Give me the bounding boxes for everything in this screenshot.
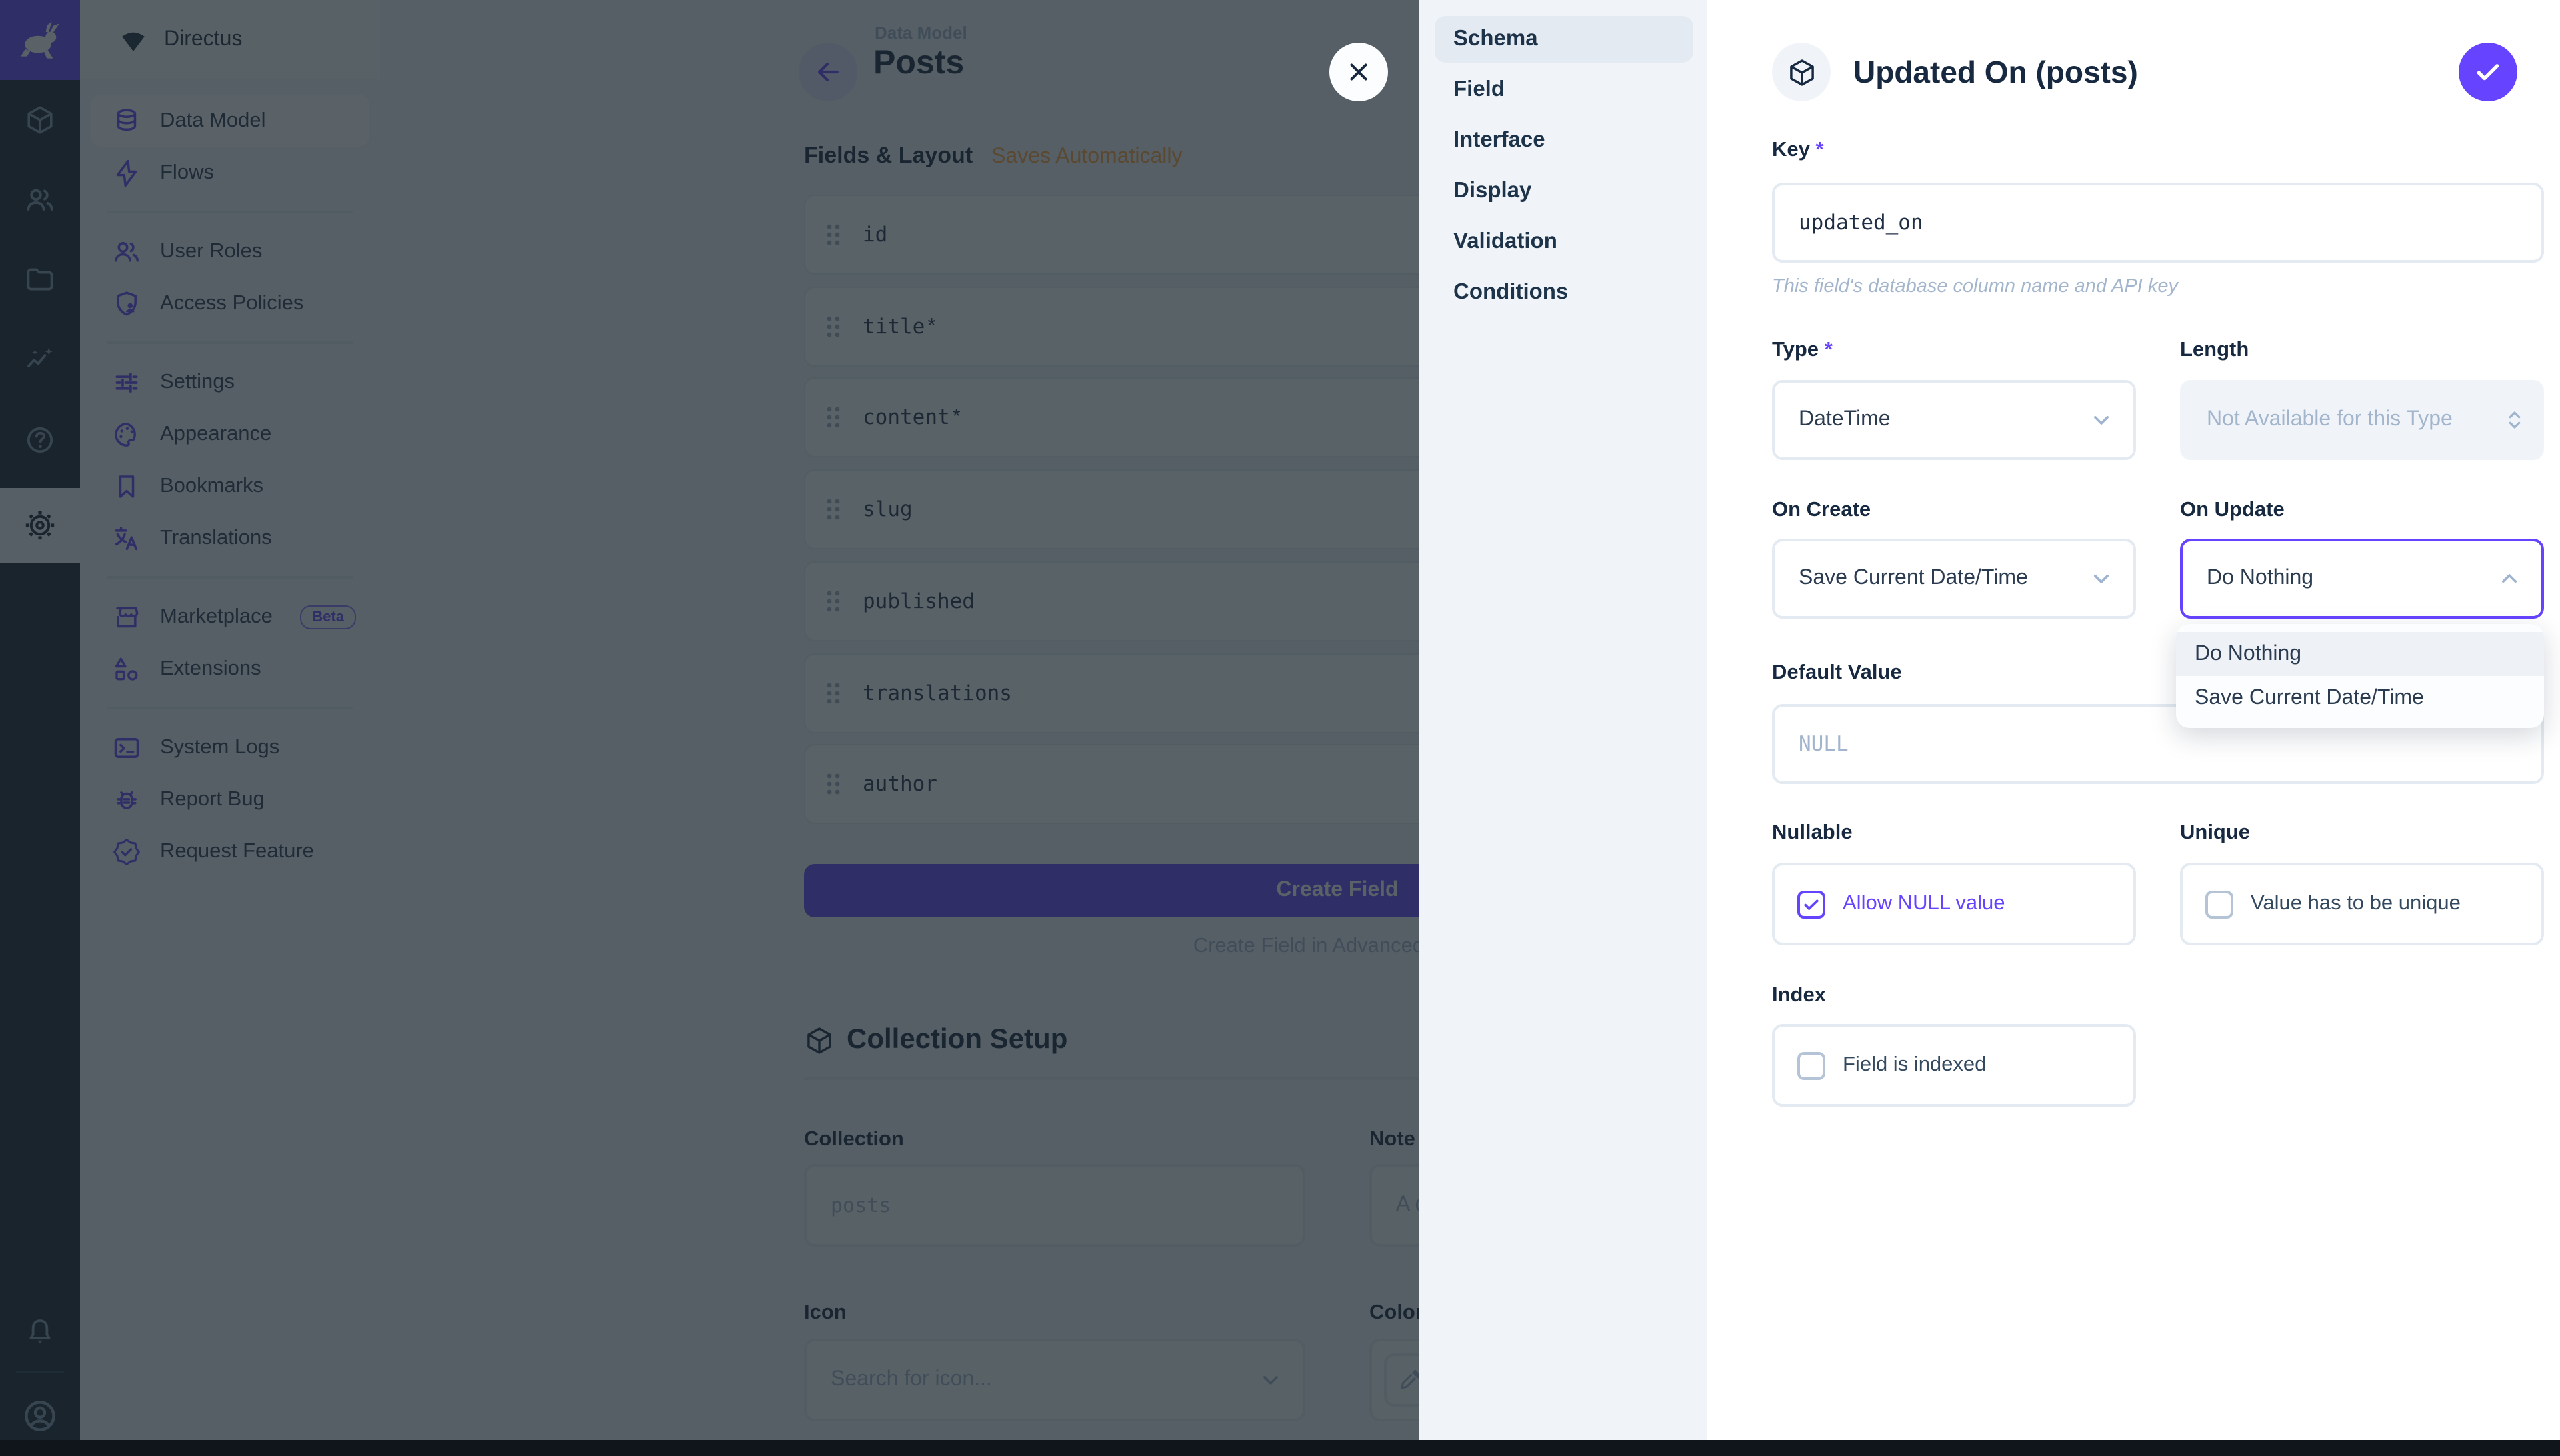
checkbox-unchecked-icon[interactable] <box>2205 890 2233 918</box>
box-icon <box>1786 57 1817 87</box>
nullable-checkbox-field[interactable]: Allow NULL value <box>1772 863 2136 945</box>
on-create-select[interactable]: Save Current Date/Time <box>1772 539 2136 619</box>
tab-interface[interactable]: Interface <box>1435 117 1693 164</box>
on-update-select[interactable]: Do Nothing <box>2180 539 2544 619</box>
stepper-unfold-icon <box>2501 407 2528 433</box>
option-do-nothing[interactable]: Do Nothing <box>2176 632 2544 676</box>
chevron-up-icon <box>2496 565 2523 592</box>
type-select[interactable]: DateTime <box>1772 380 2136 460</box>
field-drawer: Updated On (posts) Key * updated_on This… <box>1707 0 2560 1440</box>
unique-checkbox-field[interactable]: Value has to be unique <box>2180 863 2544 945</box>
key-input[interactable]: updated_on <box>1772 183 2544 263</box>
close-icon <box>1344 57 1373 87</box>
index-checkbox-field[interactable]: Field is indexed <box>1772 1024 2136 1107</box>
tab-schema[interactable]: Schema <box>1435 16 1693 63</box>
nullable-checkbox-label: Allow NULL value <box>1843 892 2005 916</box>
drawer-nav: Schema Field Interface Display Validatio… <box>1419 0 1707 1440</box>
key-label: Key <box>1772 139 1810 161</box>
check-icon <box>2472 56 2504 88</box>
drawer-title: Updated On (posts) <box>1853 55 2138 91</box>
unique-checkbox-label: Value has to be unique <box>2251 892 2461 916</box>
chevron-down-icon <box>2088 407 2115 433</box>
key-helper-text: This field's database column name and AP… <box>1772 276 2178 297</box>
nullable-label: Nullable <box>1772 821 1853 845</box>
drawer-close-button[interactable] <box>1329 43 1388 101</box>
checkbox-unchecked-icon[interactable] <box>1797 1051 1825 1079</box>
index-checkbox-label: Field is indexed <box>1843 1053 1986 1077</box>
length-input: Not Available for this Type <box>2180 380 2544 460</box>
default-value-placeholder: NULL <box>1799 732 1849 756</box>
drawer-header-icon-button[interactable] <box>1772 43 1831 101</box>
on-create-label: On Create <box>1772 499 1871 523</box>
type-value: DateTime <box>1799 408 1891 432</box>
option-save-current-datetime[interactable]: Save Current Date/Time <box>2176 676 2544 720</box>
type-label: Type <box>1772 339 1819 361</box>
on-update-value: Do Nothing <box>2207 567 2313 591</box>
chevron-down-icon <box>2088 565 2115 592</box>
length-placeholder: Not Available for this Type <box>2207 408 2453 432</box>
default-value-label: Default Value <box>1772 661 1902 685</box>
checkbox-checked-icon[interactable] <box>1797 890 1825 918</box>
length-label: Length <box>2180 339 2249 363</box>
key-value: updated_on <box>1799 211 1923 235</box>
index-label: Index <box>1772 984 1826 1008</box>
unique-label: Unique <box>2180 821 2250 845</box>
required-star: * <box>1825 339 1833 361</box>
on-update-label: On Update <box>2180 499 2285 523</box>
tab-field[interactable]: Field <box>1435 67 1693 113</box>
save-button[interactable] <box>2459 43 2517 101</box>
required-star: * <box>1816 139 1824 161</box>
modal-overlay[interactable] <box>0 0 1419 1440</box>
on-update-dropdown-menu: Do Nothing Save Current Date/Time <box>2176 624 2544 728</box>
tab-conditions[interactable]: Conditions <box>1435 269 1693 316</box>
on-create-value: Save Current Date/Time <box>1799 567 2028 591</box>
tab-display[interactable]: Display <box>1435 168 1693 215</box>
tab-validation[interactable]: Validation <box>1435 219 1693 265</box>
